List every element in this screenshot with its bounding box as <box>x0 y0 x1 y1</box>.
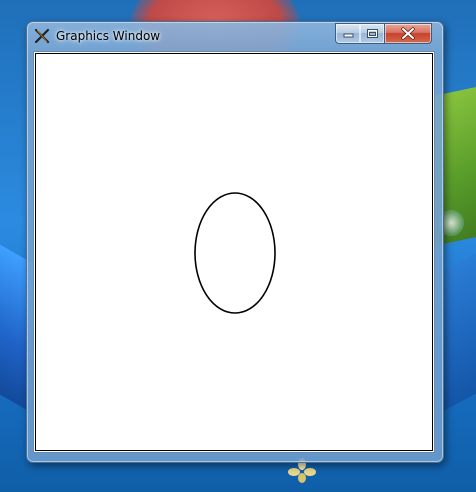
ellipse-shape <box>194 192 276 314</box>
minimize-icon <box>343 33 354 38</box>
app-x-icon[interactable] <box>34 28 50 44</box>
maximize-button[interactable] <box>360 23 385 44</box>
window-title: Graphics Window <box>56 29 161 43</box>
drawing-canvas[interactable] <box>35 53 433 451</box>
minimize-button[interactable] <box>335 23 361 44</box>
graphics-window[interactable]: Graphics Window <box>26 21 444 463</box>
close-icon <box>401 27 415 40</box>
wallpaper-shape <box>444 249 476 411</box>
close-button[interactable] <box>385 23 432 44</box>
title-bar[interactable]: Graphics Window <box>27 22 443 50</box>
client-area[interactable] <box>33 51 435 453</box>
canvas-svg <box>194 192 276 314</box>
maximize-icon <box>367 29 378 38</box>
